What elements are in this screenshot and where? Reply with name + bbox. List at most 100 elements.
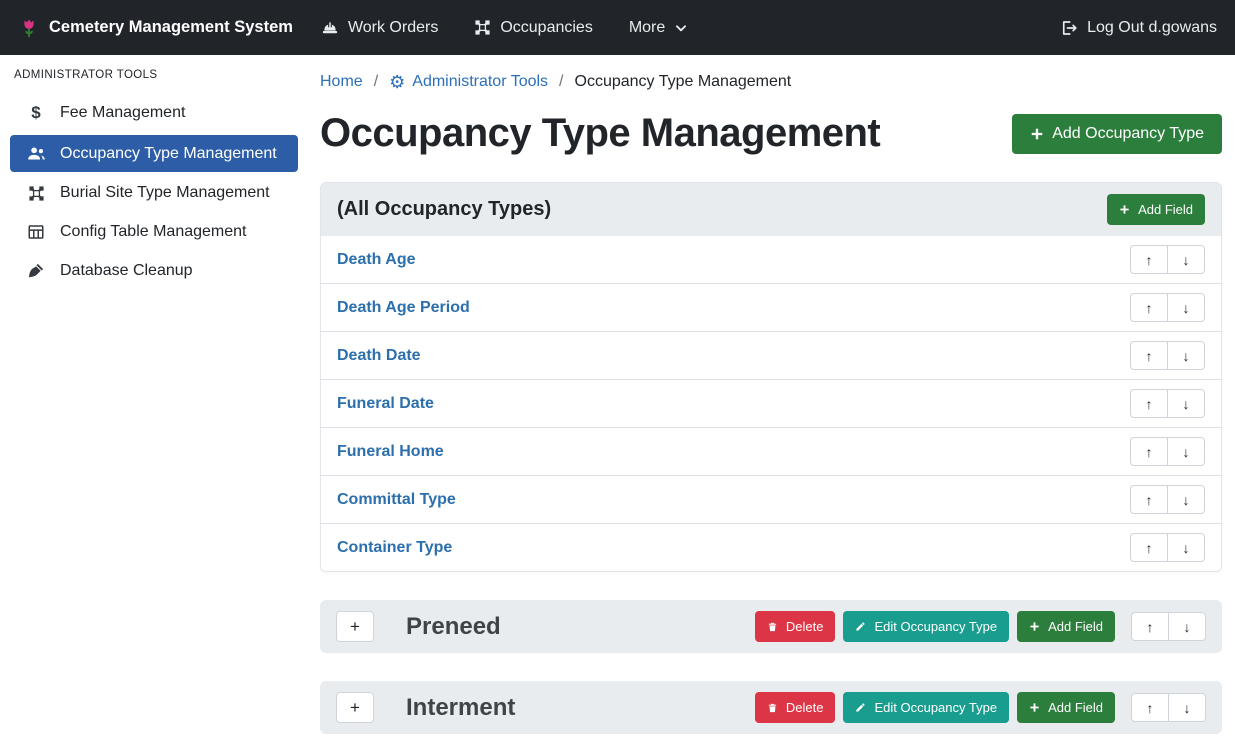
- field-row: Container Type ↑ ↓: [321, 523, 1221, 571]
- logout-button[interactable]: Log Out d.gowans: [1060, 19, 1217, 37]
- hard-hat-icon: [321, 19, 339, 37]
- arrow-up-icon: ↑: [1146, 348, 1153, 364]
- field-row: Death Date ↑ ↓: [321, 331, 1221, 379]
- arrow-down-icon: ↓: [1184, 700, 1191, 716]
- move-up-button[interactable]: ↑: [1130, 437, 1168, 466]
- move-up-button[interactable]: ↑: [1131, 612, 1169, 641]
- arrow-up-icon: ↑: [1146, 300, 1153, 316]
- move-down-button[interactable]: ↓: [1167, 533, 1205, 562]
- field-link[interactable]: Death Age: [337, 251, 416, 269]
- dollar-icon: $: [25, 103, 47, 123]
- expand-button[interactable]: +: [336, 692, 374, 723]
- pencil-icon: [855, 621, 866, 632]
- arrow-down-icon: ↓: [1183, 300, 1190, 316]
- section-title: Interment: [406, 694, 515, 722]
- field-link[interactable]: Funeral Home: [337, 443, 444, 461]
- logout-label: Log Out d.gowans: [1087, 19, 1217, 37]
- add-field-label: Add Field: [1048, 619, 1103, 634]
- nav-more[interactable]: More: [629, 19, 688, 37]
- page-title: Occupancy Type Management: [320, 111, 880, 156]
- sidebar-item-burial-site-type-management[interactable]: Burial Site Type Management: [10, 175, 298, 211]
- delete-button[interactable]: Delete: [755, 611, 836, 642]
- breadcrumb-admin-tools-link[interactable]: ⚙ Administrator Tools: [389, 73, 548, 91]
- tulip-logo-icon: [18, 17, 40, 39]
- move-down-button[interactable]: ↓: [1167, 245, 1205, 274]
- sidebar-item-database-cleanup[interactable]: Database Cleanup: [10, 253, 298, 289]
- field-row: Committal Type ↑ ↓: [321, 475, 1221, 523]
- move-up-button[interactable]: ↑: [1130, 533, 1168, 562]
- sidebar-item-fee-management[interactable]: $ Fee Management: [10, 94, 298, 132]
- sidebar-item-label: Fee Management: [60, 104, 185, 122]
- nav-occupancies[interactable]: Occupancies: [474, 19, 593, 37]
- breadcrumb: Home / ⚙ Administrator Tools / Occupancy…: [320, 73, 1222, 91]
- move-down-button[interactable]: ↓: [1167, 341, 1205, 370]
- field-link[interactable]: Death Age Period: [337, 299, 470, 317]
- occupancy-type-section-preneed: + Preneed Delete Edit Occupancy Type Add…: [320, 600, 1222, 653]
- move-down-button[interactable]: ↓: [1167, 389, 1205, 418]
- add-field-button[interactable]: Add Field: [1107, 194, 1205, 225]
- plus-icon: +: [350, 617, 360, 637]
- plus-icon: [1119, 204, 1130, 215]
- add-occupancy-type-button[interactable]: Add Occupancy Type: [1012, 114, 1222, 154]
- move-up-button[interactable]: ↑: [1130, 293, 1168, 322]
- move-up-button[interactable]: ↑: [1130, 485, 1168, 514]
- nav-occupancies-label: Occupancies: [500, 19, 593, 37]
- vector-square-icon: [25, 185, 47, 202]
- arrow-up-icon: ↑: [1147, 619, 1154, 635]
- edit-occupancy-type-button[interactable]: Edit Occupancy Type: [843, 611, 1009, 642]
- move-down-button[interactable]: ↓: [1168, 693, 1206, 722]
- trash-icon: [767, 702, 778, 714]
- arrow-up-icon: ↑: [1146, 252, 1153, 268]
- reorder-controls: ↑ ↓: [1131, 693, 1206, 722]
- pencil-icon: [855, 702, 866, 713]
- top-navbar: Cemetery Management System Work Orders O…: [0, 0, 1235, 55]
- section-title: Preneed: [406, 613, 501, 641]
- move-down-button[interactable]: ↓: [1167, 485, 1205, 514]
- delete-button[interactable]: Delete: [755, 692, 836, 723]
- sidebar: ADMINISTRATOR TOOLS $ Fee Management Occ…: [0, 55, 308, 738]
- move-up-button[interactable]: ↑: [1131, 693, 1169, 722]
- arrow-down-icon: ↓: [1184, 619, 1191, 635]
- reorder-controls: ↑ ↓: [1130, 533, 1205, 562]
- trash-icon: [767, 621, 778, 633]
- move-down-button[interactable]: ↓: [1167, 293, 1205, 322]
- move-up-button[interactable]: ↑: [1130, 389, 1168, 418]
- edit-occupancy-type-label: Edit Occupancy Type: [874, 700, 997, 715]
- sidebar-item-occupancy-type-management[interactable]: Occupancy Type Management: [10, 135, 298, 172]
- edit-occupancy-type-button[interactable]: Edit Occupancy Type: [843, 692, 1009, 723]
- sidebar-item-label: Burial Site Type Management: [60, 184, 270, 202]
- add-field-label: Add Field: [1138, 202, 1193, 217]
- card-header: (All Occupancy Types) Add Field: [321, 183, 1221, 236]
- gear-icon: ⚙: [389, 73, 405, 91]
- reorder-controls: ↑ ↓: [1130, 341, 1205, 370]
- users-icon: [25, 144, 47, 163]
- reorder-controls: ↑ ↓: [1131, 612, 1206, 641]
- sidebar-item-config-table-management[interactable]: Config Table Management: [10, 214, 298, 250]
- move-up-button[interactable]: ↑: [1130, 245, 1168, 274]
- app-brand[interactable]: Cemetery Management System: [18, 17, 293, 39]
- move-down-button[interactable]: ↓: [1168, 612, 1206, 641]
- field-link[interactable]: Death Date: [337, 347, 421, 365]
- arrow-down-icon: ↓: [1183, 492, 1190, 508]
- reorder-controls: ↑ ↓: [1130, 389, 1205, 418]
- field-row: Funeral Date ↑ ↓: [321, 379, 1221, 427]
- field-link[interactable]: Funeral Date: [337, 395, 434, 413]
- add-field-button[interactable]: Add Field: [1017, 611, 1115, 642]
- section-actions: Delete Edit Occupancy Type Add Field ↑ ↓: [755, 692, 1206, 723]
- add-field-button[interactable]: Add Field: [1017, 692, 1115, 723]
- nav-work-orders[interactable]: Work Orders: [321, 19, 438, 37]
- nav-work-orders-label: Work Orders: [348, 19, 438, 37]
- plus-icon: [1029, 621, 1040, 632]
- arrow-up-icon: ↑: [1146, 540, 1153, 556]
- move-down-button[interactable]: ↓: [1167, 437, 1205, 466]
- move-up-button[interactable]: ↑: [1130, 341, 1168, 370]
- occupancy-type-section-interment: + Interment Delete Edit Occupancy Type A…: [320, 681, 1222, 734]
- field-row: Death Age Period ↑ ↓: [321, 283, 1221, 331]
- field-link[interactable]: Committal Type: [337, 491, 456, 509]
- field-link[interactable]: Container Type: [337, 539, 452, 557]
- add-field-label: Add Field: [1048, 700, 1103, 715]
- breadcrumb-home-link[interactable]: Home: [320, 73, 363, 91]
- arrow-up-icon: ↑: [1147, 700, 1154, 716]
- expand-button[interactable]: +: [336, 611, 374, 642]
- arrow-down-icon: ↓: [1183, 396, 1190, 412]
